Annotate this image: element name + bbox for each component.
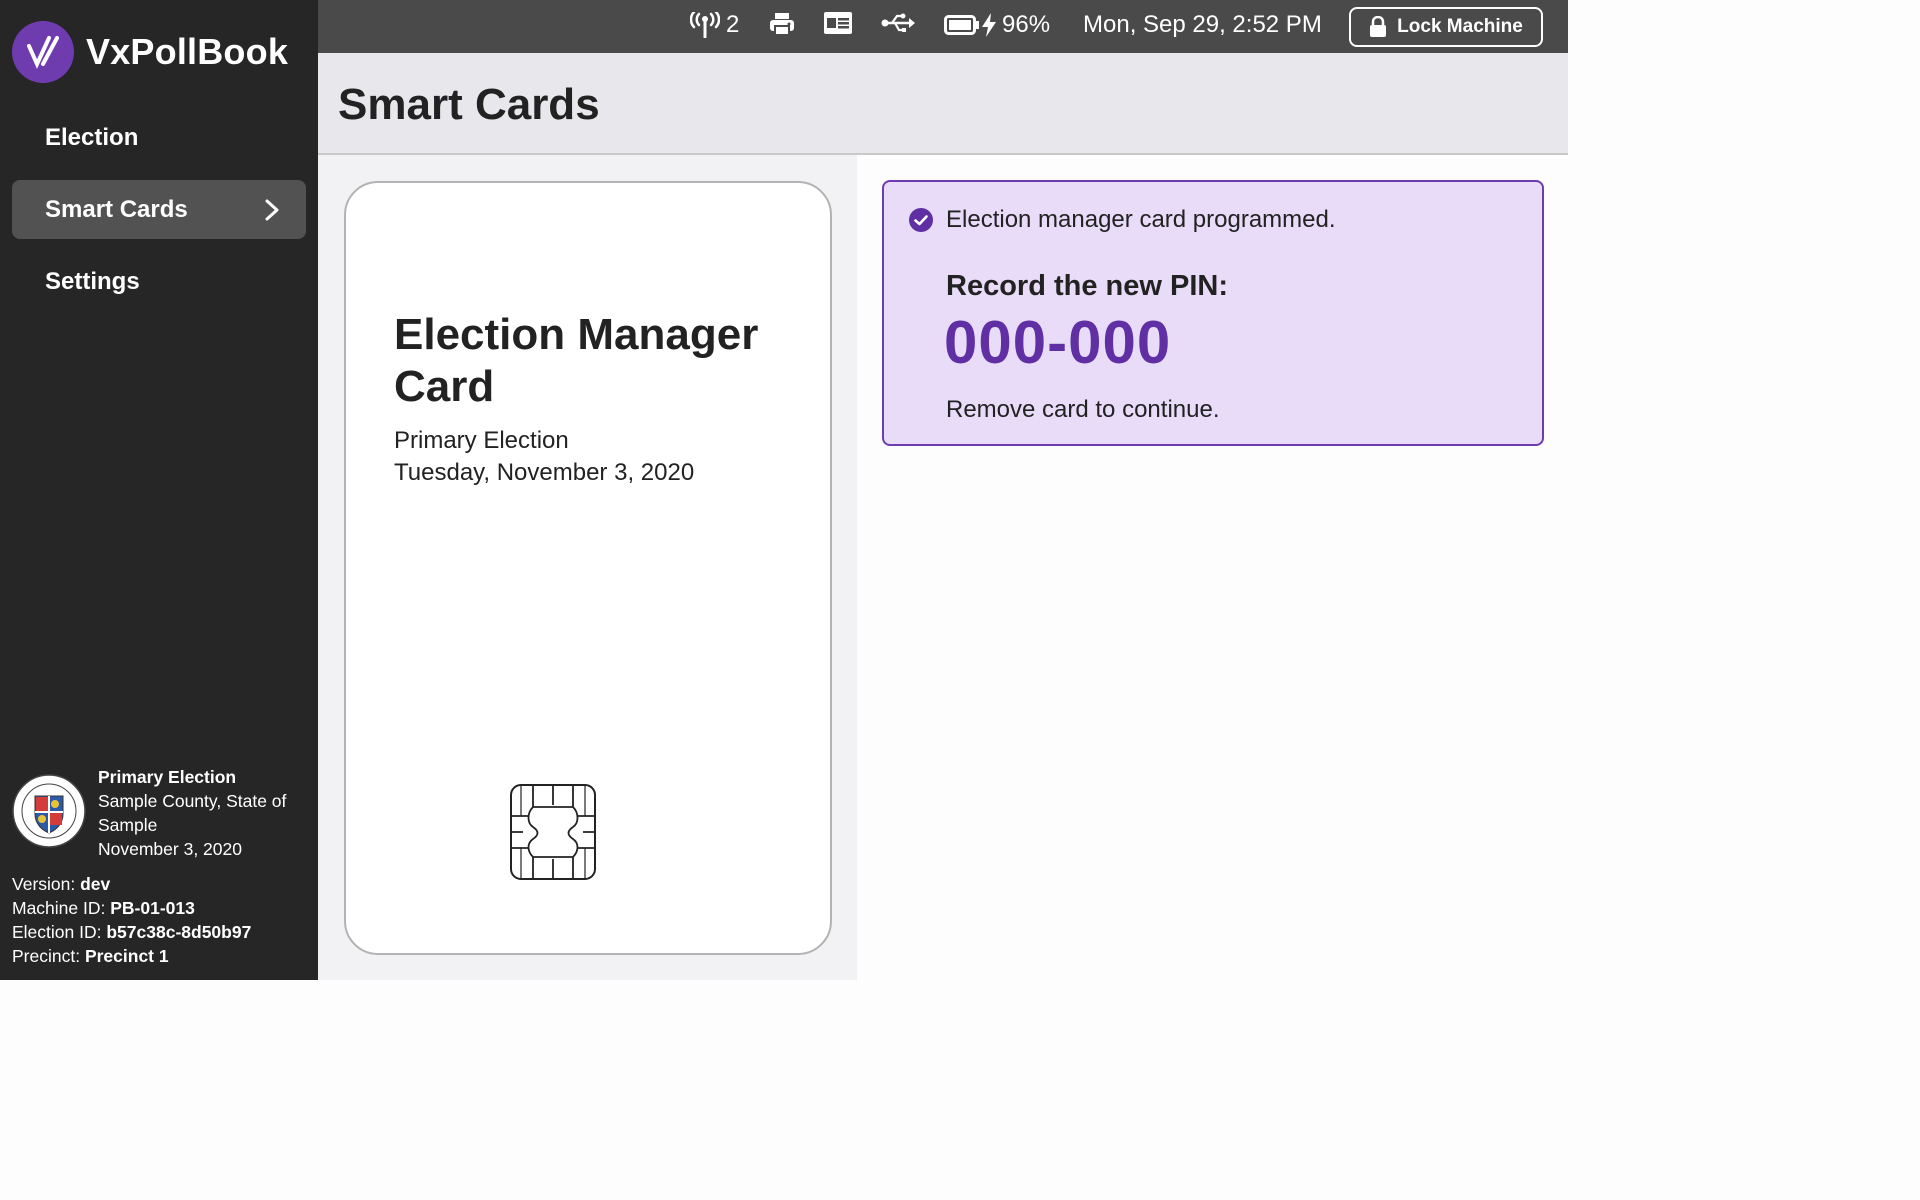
vx-logo-icon [12,21,74,83]
sidebar-item-election[interactable]: Election [12,108,306,167]
election-date: November 3, 2020 [98,839,242,859]
card-election-name: Primary Election [394,427,569,454]
card-preview-pane: Election Manager Card Primary Election T… [318,155,857,980]
success-message-text: Election manager card programmed. [946,206,1336,233]
chevron-right-icon [265,199,279,220]
precinct-row: Precinct: Precinct 1 [12,944,251,968]
remove-card-message: Remove card to continue. [946,396,1220,423]
app-name: VxPollBook [86,31,289,72]
smart-card-preview: Election Manager Card Primary Election T… [344,181,832,955]
brand: VxPollBook [12,21,288,83]
battery-icon [944,15,979,35]
election-id-value: b57c38c-8d50b97 [106,922,252,942]
success-callout: Election manager card programmed. Record… [882,180,1544,446]
page-title: Smart Cards [338,80,600,129]
network-status: 2 [690,11,739,39]
battery-level: 96% [1002,11,1051,38]
check-circle-icon [909,208,933,232]
network-count: 2 [726,11,740,38]
sidebar-item-smart-cards[interactable]: Smart Cards [12,180,306,239]
app-root: VxPollBook Election Smart Cards Settings [0,0,1568,980]
clock: Mon, Sep 29, 2:52 PM [1083,11,1322,39]
usb-icon [881,11,915,35]
election-jurisdiction: Sample County, State of Sample [98,791,287,835]
version-value: dev [80,874,111,894]
election-id-row: Election ID: b57c38c-8d50b97 [12,920,251,944]
precinct-label: Precinct: [12,946,81,966]
card-title: Election Manager Card [394,310,759,411]
machine-id-label: Machine ID: [12,898,106,918]
county-seal [12,774,86,848]
election-details: Primary Election Sample County, State of… [98,765,308,861]
card-election-info: Primary Election Tuesday, November 3, 20… [394,425,694,489]
pin-value: 000-000 [944,309,1172,376]
printer-icon [769,11,795,37]
card-election-date: Tuesday, November 3, 2020 [394,459,695,486]
charging-bolt-icon [982,13,996,37]
datetime: Mon, Sep 29, 2:52 PM [1083,11,1322,38]
sidebar-item-label: Settings [45,267,140,295]
machine-id-row: Machine ID: PB-01-013 [12,896,251,920]
success-message: Election manager card programmed. [908,206,1336,234]
sidebar-nav: Election Smart Cards Settings [12,108,306,324]
antenna-icon [690,12,720,38]
election-id-label: Election ID: [12,922,102,942]
machine-info: Version: dev Machine ID: PB-01-013 Elect… [12,872,251,968]
version-row: Version: dev [12,872,251,896]
sidebar-item-label: Election [45,123,139,151]
card-reader-icon [823,11,853,35]
election-info: Primary Election Sample County, State of… [12,765,308,861]
result-pane: Election manager card programmed. Record… [857,155,1568,980]
sidebar: VxPollBook Election Smart Cards Settings [0,0,318,980]
page-header: Smart Cards [318,53,1568,155]
machine-id-value: PB-01-013 [110,898,195,918]
lock-icon [1370,16,1387,37]
lock-machine-button[interactable]: Lock Machine [1349,7,1543,47]
lock-button-label: Lock Machine [1397,16,1523,37]
precinct-value: Precinct 1 [84,946,169,966]
election-title: Primary Election [98,767,237,787]
battery-status: 96% [944,11,1050,39]
status-bar: 2 96% Mon, Sep 29, 2:52 PM Lock Machine [318,0,1568,53]
sidebar-item-label: Smart Cards [45,195,188,223]
smart-card-chip-icon [510,784,596,880]
pin-label: Record the new PIN: [946,270,1228,302]
version-label: Version: [12,874,76,894]
sidebar-item-settings[interactable]: Settings [12,252,306,311]
